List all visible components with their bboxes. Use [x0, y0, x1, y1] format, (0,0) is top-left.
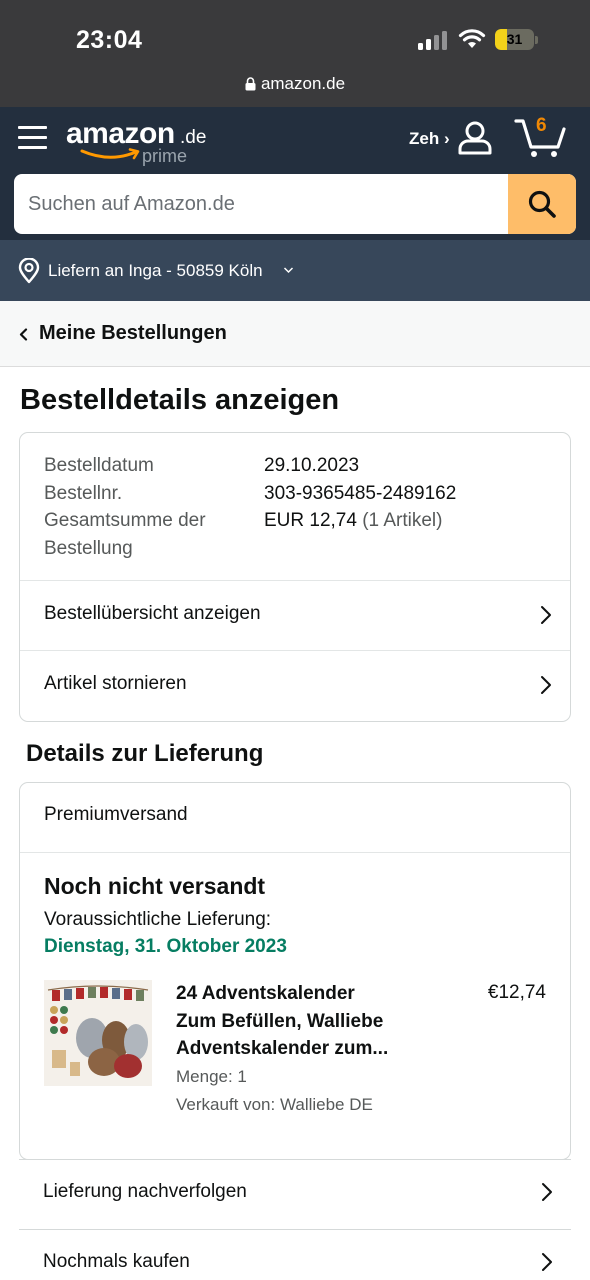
- smile-arrow-icon: [80, 148, 140, 160]
- search-button[interactable]: [508, 174, 576, 234]
- chevron-right-icon: [541, 676, 551, 694]
- amazon-logo[interactable]: amazon .de prime: [66, 117, 216, 169]
- view-order-summary-label: Bestellübersicht anzeigen: [44, 603, 261, 624]
- cart-count-badge: 6: [536, 115, 547, 136]
- lock-icon: [245, 76, 256, 96]
- order-total-label-line1: Gesamtsumme der: [44, 510, 206, 531]
- order-total-amount: EUR 12,74: [264, 510, 357, 531]
- account-icon[interactable]: [457, 120, 493, 161]
- product-title-line2: Zum Befüllen, Walliebe: [176, 1010, 384, 1032]
- order-summary-card: Bestelldatum 29.10.2023 Bestellnr. 303-9…: [19, 432, 571, 722]
- account-link[interactable]: Zeh ›: [409, 129, 450, 149]
- page-title: Bestelldetails anzeigen: [20, 384, 340, 416]
- product-price: €12,74: [487, 982, 546, 1003]
- shipment-status: Noch nicht versandt: [44, 873, 266, 899]
- battery-percent: 31: [506, 31, 523, 47]
- battery-charging-icon: 31: [495, 29, 539, 51]
- track-package-label: Lieferung nachverfolgen: [43, 1181, 247, 1202]
- cancel-items-label: Artikel stornieren: [44, 673, 187, 694]
- product-title-line3: Adventskalender zum...: [176, 1038, 389, 1059]
- delivery-details-heading: Details zur Lieferung: [26, 740, 264, 767]
- cancel-items-link[interactable]: Artikel stornieren: [20, 651, 570, 721]
- order-number-label: Bestellnr.: [44, 482, 123, 504]
- chevron-left-icon: [19, 328, 28, 341]
- menu-icon[interactable]: [18, 123, 48, 153]
- chevron-right-icon: [542, 1183, 552, 1201]
- signal-icon: [418, 30, 450, 50]
- breadcrumb-label: Meine Bestellungen: [39, 322, 227, 344]
- chevron-right-icon: [542, 1253, 552, 1271]
- order-total-label-line2: Bestellung: [44, 537, 133, 559]
- order-date-value: 29.10.2023: [264, 455, 360, 476]
- status-bar: 23:04 31 amazon.de: [0, 0, 590, 107]
- order-total-value: EUR 12,74 (1 Artikel): [264, 507, 442, 535]
- product-image[interactable]: [44, 980, 152, 1086]
- chevron-down-icon: [283, 267, 294, 274]
- product-title-link[interactable]: 24 Adventskalender Zum Befüllen, Wallieb…: [176, 980, 426, 1063]
- eta-date: Dienstag, 31. Oktober 2023: [44, 936, 287, 957]
- delivery-location-text: Liefern an Inga - 50859 Köln: [48, 261, 263, 280]
- order-number-value: 303-9365485-2489162: [264, 482, 457, 504]
- order-item-count: (1 Artikel): [362, 510, 443, 531]
- shipment-card: Premiumversand Noch nicht versandt Vorau…: [19, 782, 571, 1160]
- delivery-location-bar[interactable]: Liefern an Inga - 50859 Köln: [0, 240, 590, 301]
- eta-label: Voraussichtliche Lieferung:: [44, 909, 272, 930]
- shipping-speed: Premiumversand: [44, 804, 188, 825]
- order-date-label: Bestelldatum: [44, 455, 154, 476]
- product-quantity: Menge: 1: [176, 1067, 247, 1086]
- chevron-right-icon: [541, 606, 551, 624]
- view-order-summary-link[interactable]: Bestellübersicht anzeigen: [20, 581, 570, 651]
- wifi-icon: [458, 28, 486, 50]
- product-seller: Verkauft von: Walliebe DE: [176, 1095, 373, 1114]
- logo-prime: prime: [142, 146, 188, 166]
- clock: 23:04: [76, 26, 143, 54]
- buy-again-link[interactable]: Nochmals kaufen: [19, 1229, 571, 1280]
- product-title-line1: 24 Adventskalender: [176, 983, 355, 1004]
- location-pin-icon: [18, 258, 40, 284]
- order-total-label: Gesamtsumme der Bestellung: [44, 507, 206, 562]
- search-icon: [528, 190, 556, 218]
- search-input[interactable]: [14, 174, 508, 234]
- search-bar: [14, 174, 576, 234]
- track-package-link[interactable]: Lieferung nachverfolgen: [19, 1159, 571, 1229]
- divider: [20, 852, 570, 853]
- url-text: amazon.de: [260, 74, 346, 93]
- buy-again-label: Nochmals kaufen: [43, 1251, 190, 1272]
- breadcrumb[interactable]: Meine Bestellungen: [0, 301, 590, 367]
- address-bar[interactable]: amazon.de: [0, 74, 590, 96]
